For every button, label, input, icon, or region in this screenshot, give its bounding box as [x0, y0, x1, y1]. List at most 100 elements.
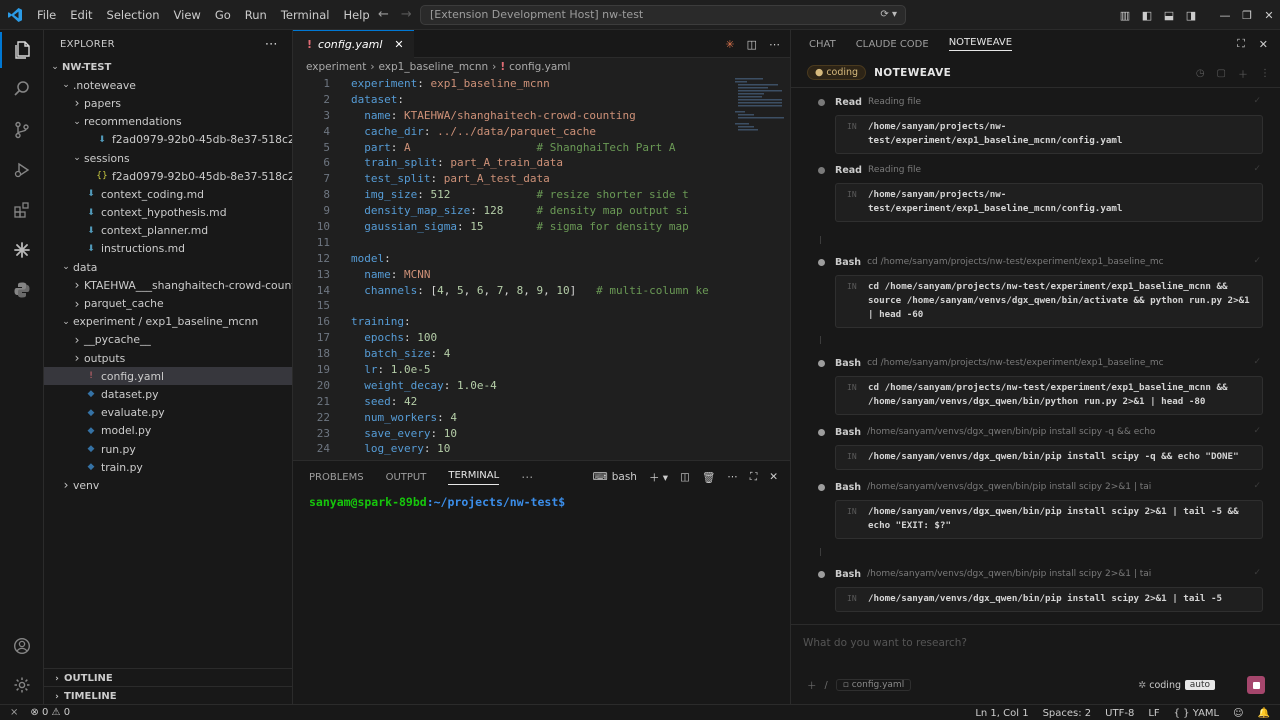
search-icon[interactable] [0, 71, 44, 107]
layout-panels-icon[interactable]: ▥ [1114, 9, 1136, 22]
panel-more-icon[interactable]: ⋯ [521, 470, 533, 484]
tree-folder[interactable]: ⌄ sessions [44, 149, 292, 167]
indentation[interactable]: Spaces: 2 [1043, 708, 1092, 719]
file-context-chip[interactable]: ▫ config.yaml [835, 679, 912, 691]
auto-toggle[interactable]: auto [1184, 680, 1215, 690]
breadcrumb-item[interactable]: exp1_baseline_mcnn [379, 61, 489, 73]
menu-terminal[interactable]: Terminal [274, 0, 337, 30]
python-icon[interactable] [0, 272, 44, 308]
tree-folder[interactable]: › __pycache__ [44, 331, 292, 349]
tool-call-entry[interactable]: Bash/home/sanyam/venvs/dgx_qwen/bin/pip … [818, 479, 1263, 539]
tree-folder[interactable]: ⌄ data [44, 258, 292, 276]
tree-folder[interactable]: › venv [44, 476, 292, 494]
run-debug-icon[interactable] [0, 152, 44, 188]
toggle-sidebar-icon[interactable]: ◧ [1136, 9, 1158, 22]
language-mode[interactable]: { } YAML [1174, 708, 1219, 719]
terminal[interactable]: sanyam@spark-89bd:~/projects/nw-test$ [293, 493, 790, 509]
tree-folder[interactable]: ⌄ recommendations [44, 113, 292, 131]
encoding[interactable]: UTF-8 [1105, 708, 1134, 719]
tool-call-entry[interactable]: Bash cd /home/sanyam/projects/nw-test/exp… [818, 355, 1263, 415]
kill-terminal-icon[interactable]: 🗑 [702, 471, 715, 484]
copilot-icon[interactable]: ⟳ ▾ [880, 6, 897, 24]
maximize-icon[interactable]: ⛶ [1237, 37, 1245, 51]
new-chat-icon[interactable]: ＋ [1238, 66, 1248, 81]
new-terminal-icon[interactable]: ＋ ▾ [649, 470, 668, 485]
tab-problems[interactable]: PROBLEMS [309, 472, 364, 483]
tree-root[interactable]: ⌄ NW-TEST [44, 58, 292, 76]
source-control-icon[interactable] [0, 112, 44, 148]
menu-help[interactable]: Help [336, 0, 376, 30]
tree-file[interactable]: ⬇ f2ad0979-92b0-45db-8e37-518c28e9cad... [44, 131, 292, 149]
remote-icon[interactable]: ⨯ [10, 707, 18, 718]
menu-run[interactable]: Run [238, 0, 274, 30]
stop-button[interactable] [1247, 676, 1265, 694]
tool-call-entry[interactable]: Bash cd /home/sanyam/projects/nw-test/exp… [818, 254, 1263, 328]
command-center-search[interactable]: [Extension Development Host] nw-test ⟳ ▾ [420, 5, 906, 25]
menu-selection[interactable]: Selection [100, 0, 167, 30]
add-context-icon[interactable]: ＋ [807, 678, 817, 692]
notifications-icon[interactable]: 🔔 [1258, 708, 1270, 719]
close-tab-icon[interactable]: ✕ [394, 38, 403, 51]
restore-icon[interactable]: ❐ [1236, 9, 1258, 22]
explorer-icon[interactable] [0, 32, 44, 68]
more-icon[interactable]: ⋮ [1260, 68, 1270, 79]
tree-file[interactable]: ⬇ context_hypothesis.md [44, 204, 292, 222]
menu-edit[interactable]: Edit [63, 0, 99, 30]
tree-file[interactable]: ◆ evaluate.py [44, 404, 292, 422]
tree-folder[interactable]: ⌄ .noteweave [44, 76, 292, 94]
tree-file[interactable]: ⬇ context_planner.md [44, 222, 292, 240]
split-terminal-icon[interactable]: ◫ [680, 471, 690, 483]
tree-file[interactable]: ⬇ instructions.md [44, 240, 292, 258]
tool-call-entry[interactable]: Read Reading file ✓ IN/home/sanyam/projects… [818, 162, 1263, 222]
forward-arrow-icon[interactable]: → [401, 0, 412, 30]
accounts-icon[interactable] [0, 628, 44, 664]
minimap[interactable] [733, 76, 790, 460]
tab-output[interactable]: OUTPUT [386, 472, 427, 483]
tree-file[interactable]: ◆ model.py [44, 422, 292, 440]
timeline-section[interactable]: › TIMELINE [44, 686, 293, 706]
claude-action-icon[interactable]: ✳ [725, 38, 734, 51]
mode-selector[interactable]: ✲ coding [1138, 680, 1181, 691]
extensions-icon[interactable] [0, 192, 44, 228]
tool-call-entry[interactable]: Bash/home/sanyam/venvs/dgx_qwen/bin/pip … [818, 424, 1263, 470]
toggle-secondary-sidebar-icon[interactable]: ◨ [1180, 9, 1202, 22]
settings-gear-icon[interactable] [0, 667, 44, 703]
copilot-status-icon[interactable]: ☺ [1233, 708, 1243, 719]
tool-call-entry[interactable]: Read Reading file ✓ IN/home/sanyam/projects… [818, 94, 1263, 154]
outline-section[interactable]: › OUTLINE [44, 668, 293, 688]
slash-command-icon[interactable]: / [825, 680, 828, 691]
tree-folder[interactable]: › parquet_cache [44, 294, 292, 312]
tree-file[interactable]: ⬇ context_coding.md [44, 185, 292, 203]
menu-view[interactable]: View [167, 0, 208, 30]
terminal-name[interactable]: bash [612, 471, 637, 483]
tab-chat[interactable]: CHAT [809, 39, 836, 50]
claude-icon[interactable] [0, 232, 44, 268]
tree-file[interactable]: ◆ dataset.py [44, 385, 292, 403]
chat-input[interactable]: What do you want to research? [803, 637, 967, 649]
problems-status[interactable]: ⊗ 0 ⚠ 0 [30, 707, 70, 718]
tree-folder[interactable]: › KTAEHWA___shanghaitech-crowd-counting [44, 276, 292, 294]
tab-claude-code[interactable]: CLAUDE CODE [856, 39, 929, 50]
tab-config-yaml[interactable]: ! config.yaml ✕ [293, 30, 414, 58]
tree-file[interactable]: {} f2ad0979-92b0-45db-8e37-518c28e9cad... [44, 167, 292, 185]
end-of-line[interactable]: LF [1148, 708, 1159, 719]
close-window-icon[interactable]: ✕ [1258, 9, 1280, 22]
tree-file[interactable]: ! config.yaml [44, 367, 292, 386]
editor-more-icon[interactable]: ⋯ [769, 38, 780, 51]
tree-folder[interactable]: ⌄ experiment / exp1_baseline_mcnn [44, 313, 292, 331]
minimize-icon[interactable]: — [1214, 9, 1236, 22]
toggle-panel-icon[interactable]: ⬓ [1158, 9, 1180, 22]
close-panel-icon[interactable]: ✕ [769, 471, 778, 483]
stop-icon[interactable]: ▢ [1217, 68, 1226, 79]
cursor-position[interactable]: Ln 1, Col 1 [975, 708, 1028, 719]
tree-folder[interactable]: › papers [44, 94, 292, 112]
tool-call-entry[interactable]: Bash/home/sanyam/venvs/dgx_qwen/bin/pip … [818, 566, 1263, 612]
code-editor[interactable]: 1 experiment: exp1_baseline_mcnn 2 dataset:… [293, 76, 733, 460]
split-editor-icon[interactable]: ◫ [747, 38, 757, 51]
maximize-panel-icon[interactable]: ⛶ [750, 471, 757, 484]
tab-terminal[interactable]: TERMINAL [448, 470, 500, 485]
close-chat-icon[interactable]: ✕ [1259, 38, 1268, 51]
tree-file[interactable]: ◆ train.py [44, 458, 292, 476]
breadcrumb-item[interactable]: config.yaml [509, 61, 570, 73]
terminal-more-icon[interactable]: ⋯ [727, 471, 738, 483]
